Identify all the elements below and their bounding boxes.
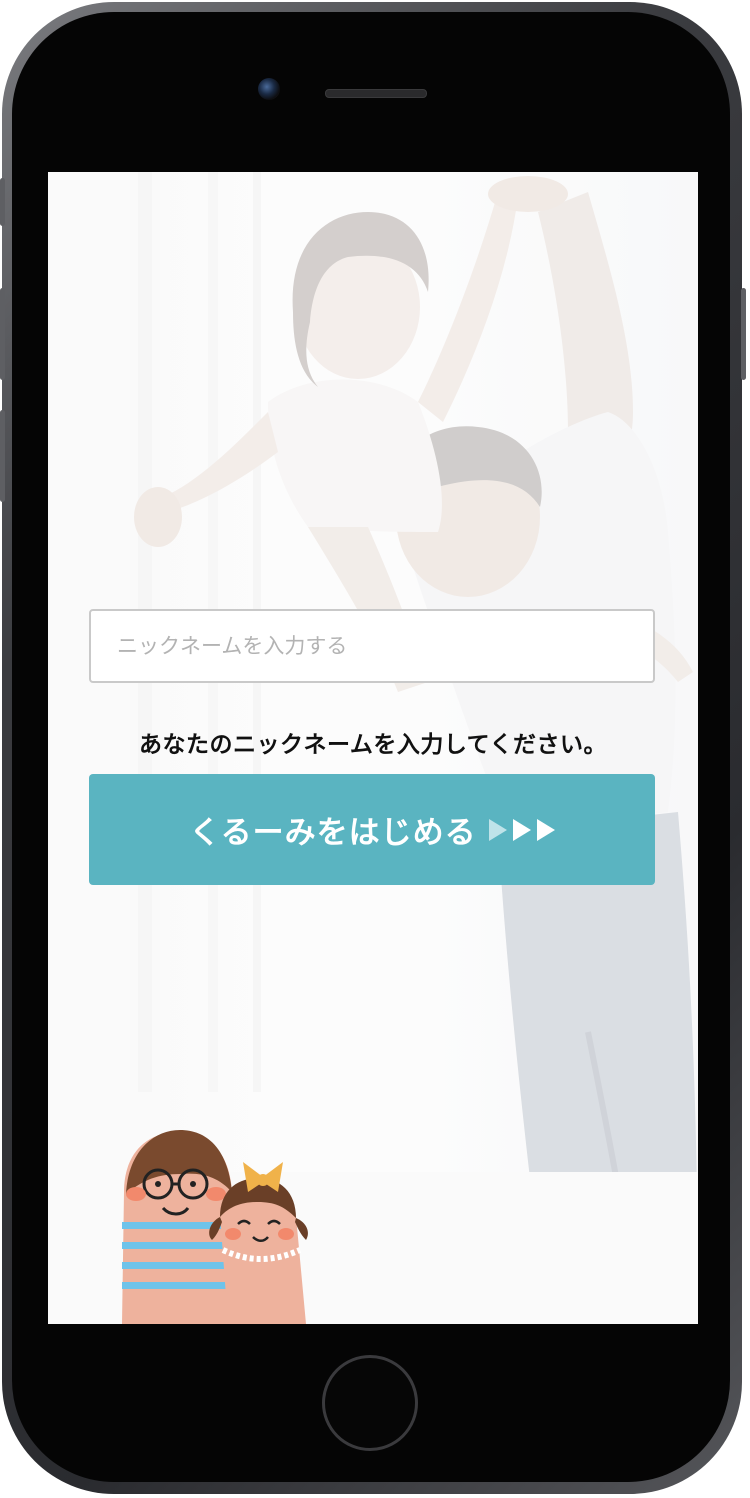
- volume-up-button: [0, 288, 5, 380]
- earpiece-speaker: [325, 89, 427, 98]
- nickname-input[interactable]: [89, 609, 655, 683]
- start-button-label: くるーみをはじめる: [189, 815, 477, 851]
- finger-family-illustration: [122, 1130, 308, 1324]
- power-button: [741, 288, 746, 380]
- volume-down-button: [0, 410, 5, 502]
- phone-frame: あなたのニックネームを入力してください。 くるーみをはじめる: [0, 0, 750, 1498]
- app-screen: あなたのニックネームを入力してください。 くるーみをはじめる: [48, 172, 698, 1324]
- nickname-instruction: あなたのニックネームを入力してください。: [139, 732, 607, 758]
- home-button[interactable]: [322, 1355, 418, 1451]
- front-camera-icon: [258, 78, 280, 100]
- triple-play-arrow-icon: [488, 818, 555, 841]
- start-button[interactable]: くるーみをはじめる: [89, 774, 655, 885]
- mute-switch: [0, 178, 5, 226]
